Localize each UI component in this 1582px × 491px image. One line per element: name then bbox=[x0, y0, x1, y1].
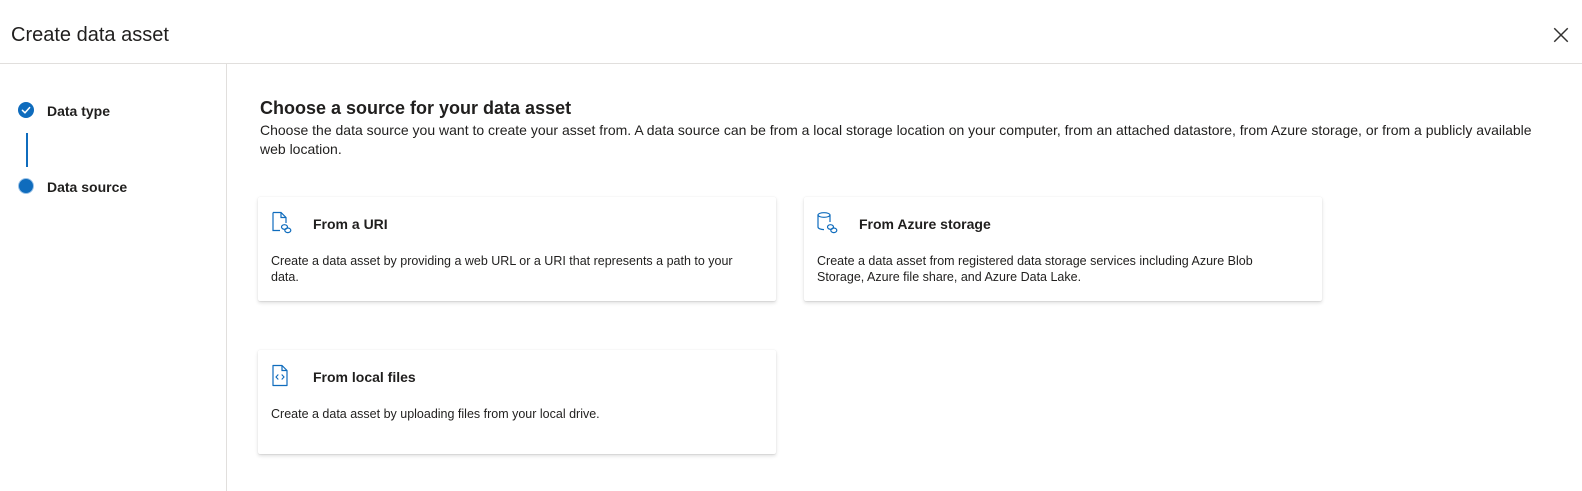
wizard-step-label: Data type bbox=[47, 103, 111, 119]
option-title: From local files bbox=[313, 369, 416, 385]
close-icon[interactable] bbox=[1552, 26, 1570, 44]
wizard-step-label: Data source bbox=[47, 179, 128, 195]
panel-title: Create data asset bbox=[11, 24, 169, 46]
option-description: Create a data asset by providing a web U… bbox=[271, 254, 733, 284]
document-link-icon bbox=[272, 211, 292, 234]
option-title: From a URI bbox=[313, 216, 388, 232]
wizard-step-data-type[interactable]: Data type bbox=[18, 100, 110, 120]
option-card-from-local-files[interactable]: From local files Create a data asset by … bbox=[258, 350, 776, 454]
option-description: Create a data asset by uploading files f… bbox=[271, 407, 600, 421]
section-title: Choose a source for your data asset bbox=[260, 98, 572, 118]
main-content: Choose a source for your data asset Choo… bbox=[260, 96, 1560, 159]
code-file-icon bbox=[272, 364, 288, 387]
wizard-sidebar bbox=[0, 64, 227, 491]
option-card-from-uri[interactable]: From a URI Create a data asset by provid… bbox=[258, 197, 776, 301]
step-connector bbox=[26, 133, 28, 167]
wizard-step-data-source[interactable]: Data source bbox=[18, 176, 127, 196]
checkmark-circle-icon bbox=[18, 102, 34, 118]
option-description: Create a data asset from registered data… bbox=[817, 254, 1253, 284]
option-title: From Azure storage bbox=[859, 216, 991, 232]
filled-circle-icon bbox=[18, 178, 34, 194]
option-card-from-azure-storage[interactable]: From Azure storage Create a data asset f… bbox=[804, 197, 1322, 301]
panel-header: Create data asset bbox=[0, 0, 1582, 64]
database-link-icon bbox=[817, 212, 838, 234]
section-description: Choose the data source you want to creat… bbox=[260, 122, 1532, 157]
